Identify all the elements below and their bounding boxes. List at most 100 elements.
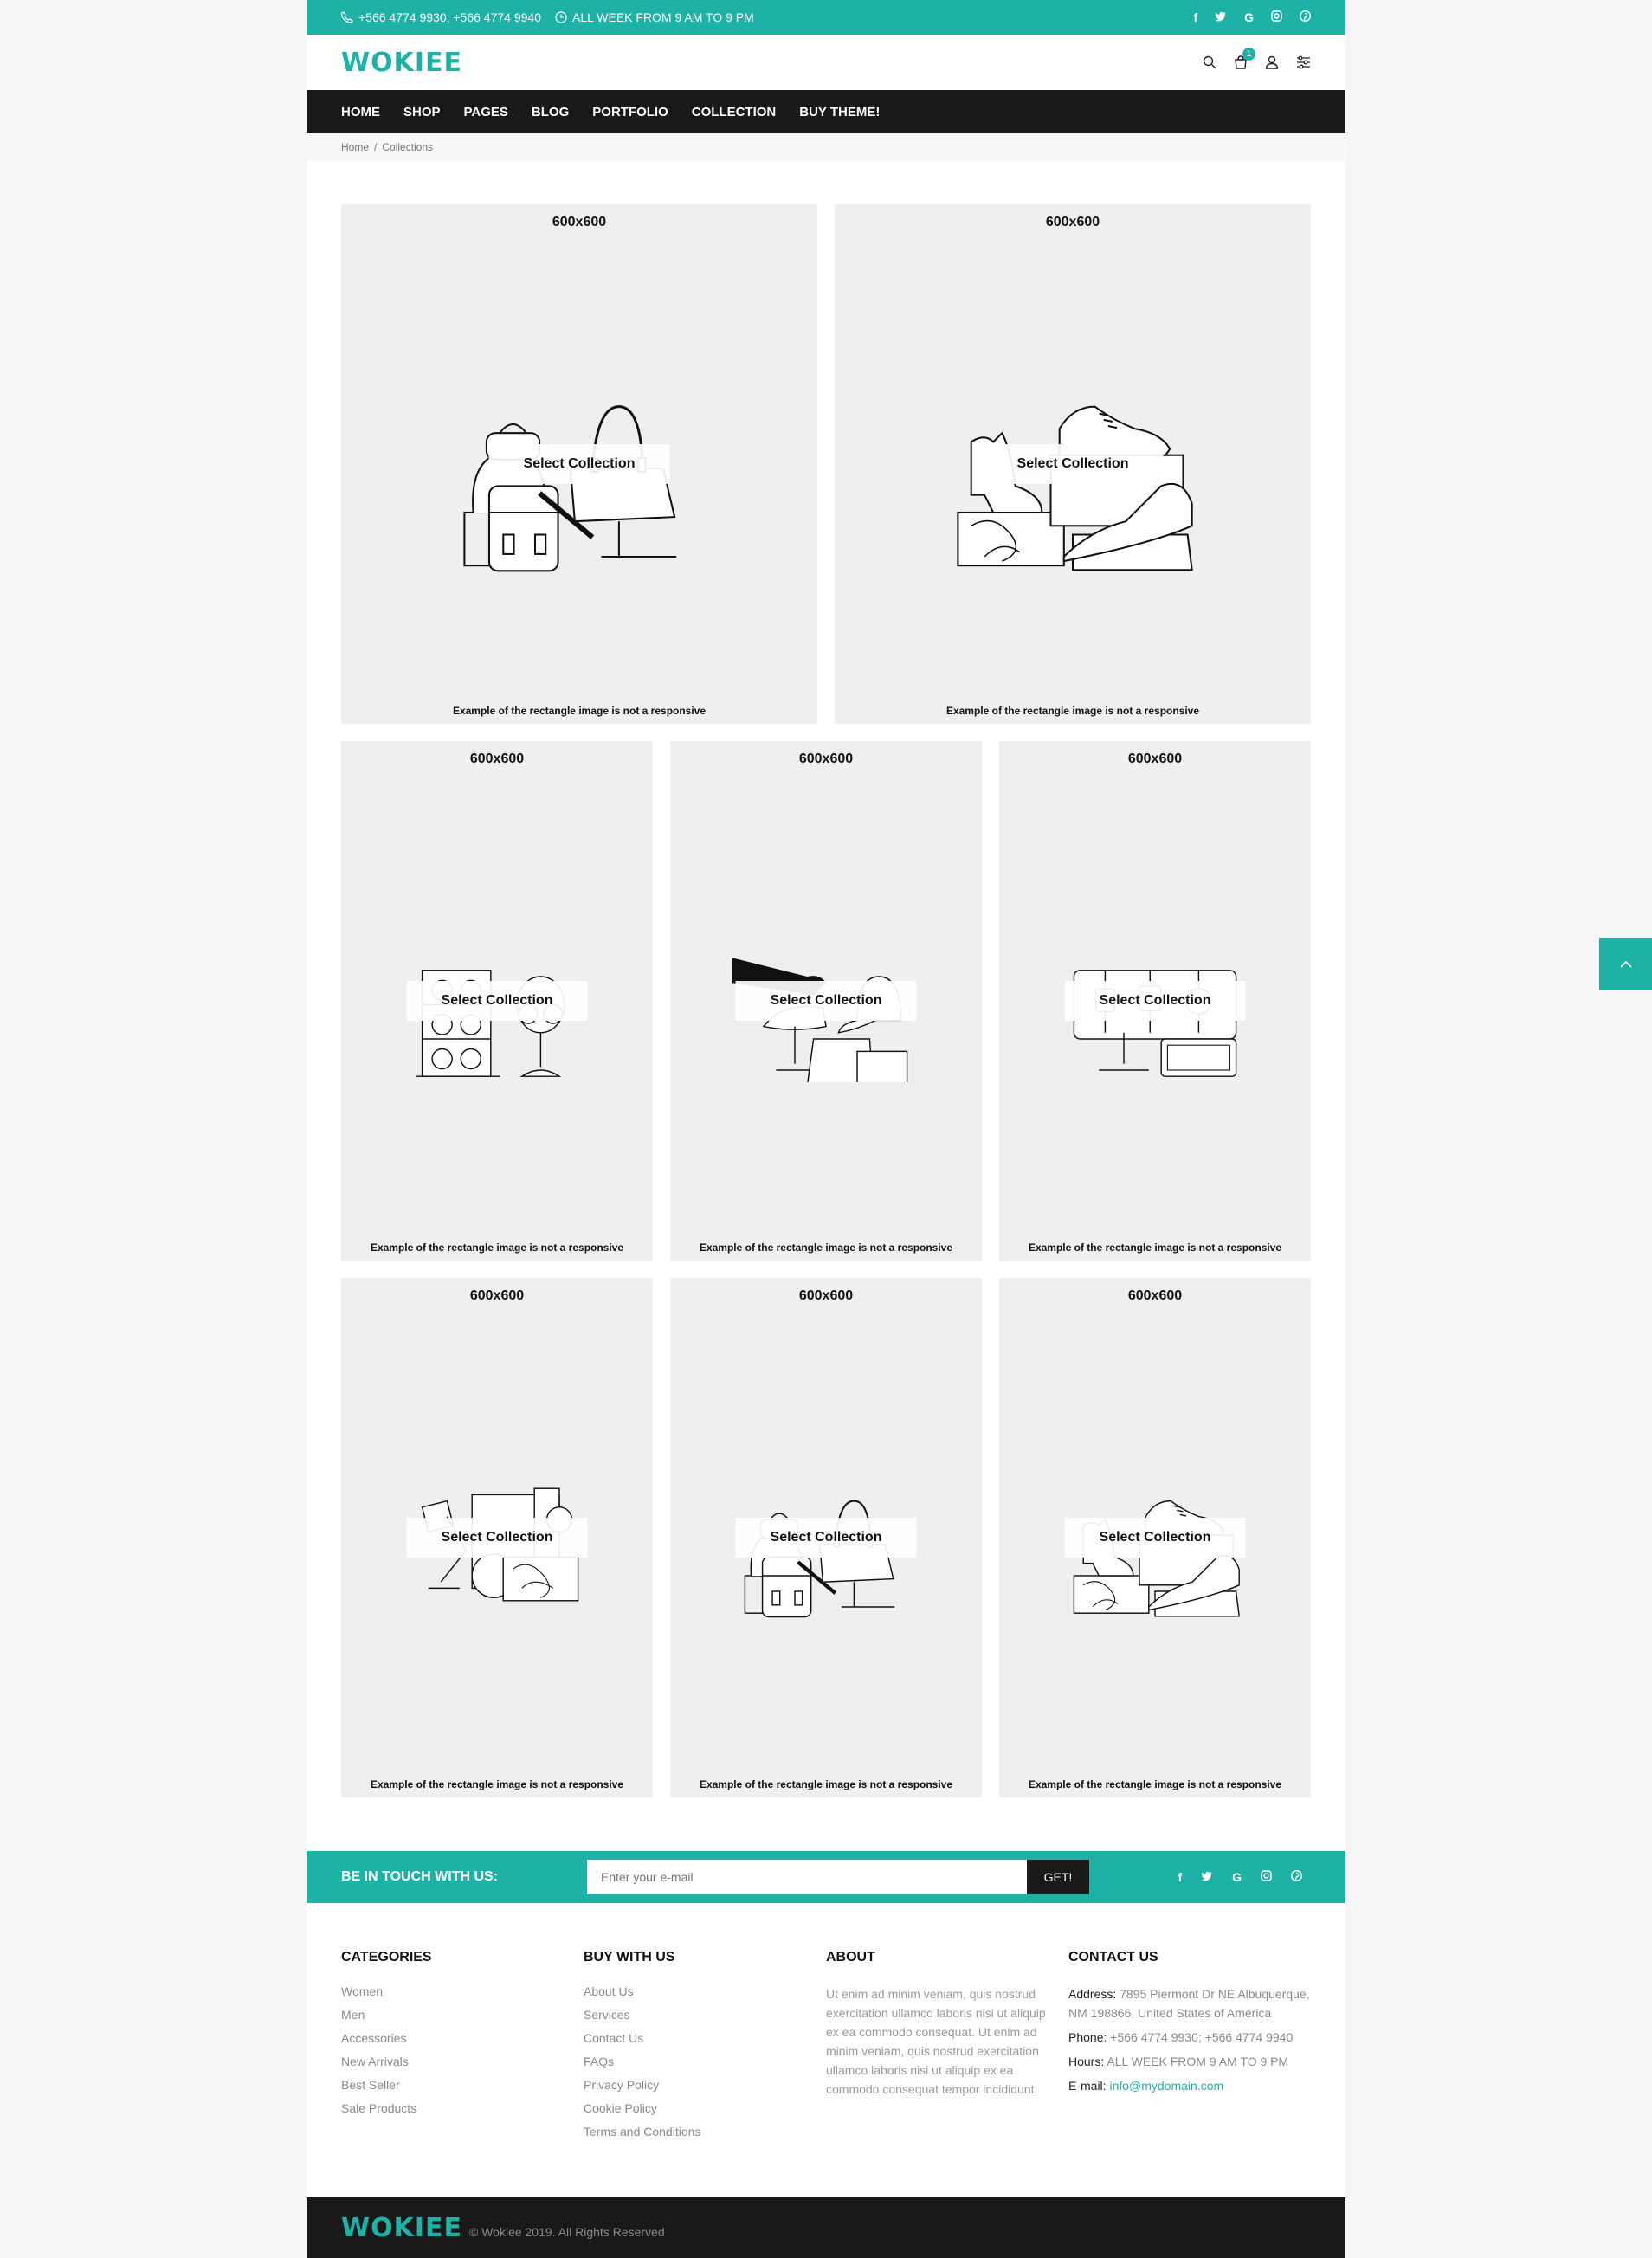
facebook-icon[interactable]: f	[1178, 1870, 1182, 1884]
topbar-hours-text: ALL WEEK FROM 9 AM TO 9 PM	[571, 10, 754, 24]
top-bar: +566 4774 9930; +566 4774 9940 ALL WEEK …	[307, 0, 1345, 35]
collection-card[interactable]: 600x600 Select Collection Example of the r…	[999, 1278, 1311, 1797]
collection-card[interactable]: 600x600 Select Collection Example of the r…	[670, 1278, 982, 1797]
copyright-text: © Wokiee 2019. All Rights Reserved	[469, 2225, 665, 2239]
footer-contact: CONTACT US Address: 7895 Piermont Dr NE …	[1068, 1950, 1311, 2148]
newsletter-label: BE IN TOUCH WITH US:	[341, 1869, 499, 1884]
select-collection-button[interactable]: Select Collection	[1064, 1518, 1246, 1558]
collection-caption: Example of the rectangle image is not a …	[452, 705, 707, 717]
contact-address-label: Address:	[1068, 1987, 1117, 2001]
topbar-social: f G	[1176, 10, 1312, 24]
nav-buy-theme[interactable]: BUY THEME!	[799, 105, 880, 119]
collection-card[interactable]: 600x600 Select Collection Example of the r…	[670, 741, 982, 1261]
nav-portfolio[interactable]: PORTFOLIO	[592, 105, 668, 119]
collection-caption: Example of the rectangle image is not a …	[1028, 1242, 1282, 1254]
nav-pages[interactable]: PAGES	[464, 105, 508, 119]
google-icon[interactable]: G	[1244, 10, 1254, 24]
newsletter-submit-button[interactable]: GET!	[1027, 1860, 1089, 1894]
footer-link[interactable]: Terms and Conditions	[584, 2125, 826, 2139]
chevron-up-icon	[1619, 960, 1632, 968]
footer-contact-title: CONTACT US	[1068, 1950, 1158, 1964]
site-header: WOKIEE 1	[307, 35, 1345, 90]
collection-caption: Example of the rectangle image is not a …	[699, 1778, 953, 1790]
pinterest-icon[interactable]	[1290, 1869, 1303, 1884]
collection-image-size-label: 600x600	[469, 752, 525, 766]
main-nav: HOME SHOP PAGES BLOG PORTFOLIO COLLECTIO…	[307, 90, 1345, 133]
cart-count-badge: 1	[1242, 48, 1255, 61]
breadcrumb: Home / Collections	[307, 133, 1345, 161]
collection-card[interactable]: 600x600 Select Collection Example of the r…	[341, 1278, 653, 1797]
topbar-phone-text: +566 4774 9930; +566 4774 9940	[358, 10, 541, 24]
footer-about: ABOUT Ut enim ad minim veniam, quis nost…	[826, 1950, 1068, 2148]
footer-link[interactable]: Privacy Policy	[584, 2078, 826, 2092]
footer-categories-title: CATEGORIES	[341, 1950, 432, 1964]
user-icon[interactable]	[1265, 55, 1279, 69]
contact-phone-value: +566 4774 9930; +566 4774 9940	[1110, 2030, 1294, 2044]
footer-buy-with-us: BUY WITH US About Us Services Contact Us…	[584, 1950, 826, 2148]
contact-phone: Phone: +566 4774 9930; +566 4774 9940	[1068, 2028, 1311, 2047]
twitter-icon[interactable]	[1215, 10, 1227, 24]
collection-image-size-label: 600x600	[1045, 215, 1100, 229]
nav-home[interactable]: HOME	[341, 105, 380, 119]
footer-logo[interactable]: WOKIEE	[341, 2213, 462, 2243]
collection-image-size-label: 600x600	[1127, 752, 1183, 766]
nav-blog[interactable]: BLOG	[532, 105, 569, 119]
select-collection-button[interactable]: Select Collection	[406, 981, 588, 1021]
nav-collection[interactable]: COLLECTION	[692, 105, 777, 119]
select-collection-button[interactable]: Select Collection	[406, 1518, 588, 1558]
footer-link[interactable]: Sale Products	[341, 2101, 584, 2115]
page: +566 4774 9930; +566 4774 9940 ALL WEEK …	[307, 0, 1345, 2258]
contact-hours-value: ALL WEEK FROM 9 AM TO 9 PM	[1107, 2055, 1289, 2068]
google-icon[interactable]: G	[1232, 1870, 1242, 1884]
instagram-icon[interactable]	[1271, 10, 1282, 24]
twitter-icon[interactable]	[1201, 1870, 1213, 1884]
collection-image-size-label: 600x600	[469, 1288, 525, 1303]
topbar-hours: ALL WEEK FROM 9 AM TO 9 PM	[555, 10, 754, 24]
footer-link[interactable]: Contact Us	[584, 2031, 826, 2045]
select-collection-button[interactable]: Select Collection	[735, 1518, 917, 1558]
footer-link[interactable]: Women	[341, 1984, 584, 1998]
collection-card[interactable]: 600x600 Select Collection Example of the r…	[341, 741, 653, 1261]
footer-link[interactable]: Best Seller	[341, 2078, 584, 2092]
breadcrumb-home[interactable]: Home	[341, 141, 369, 153]
footer-link[interactable]: Accessories	[341, 2031, 584, 2045]
contact-address: Address: 7895 Piermont Dr NE Albuquerque…	[1068, 1984, 1311, 2023]
select-collection-button[interactable]: Select Collection	[735, 981, 917, 1021]
select-collection-button[interactable]: Select Collection	[982, 444, 1164, 484]
collection-caption: Example of the rectangle image is not a …	[370, 1778, 624, 1790]
facebook-icon[interactable]: f	[1193, 10, 1197, 24]
footer-link[interactable]: New Arrivals	[341, 2055, 584, 2068]
footer-link[interactable]: FAQs	[584, 2055, 826, 2068]
phone-icon	[341, 11, 353, 23]
footer-about-text: Ut enim ad minim veniam, quis nostrud ex…	[826, 1987, 1046, 2096]
topbar-phone: +566 4774 9930; +566 4774 9940	[341, 10, 541, 24]
footer-link[interactable]: Men	[341, 2008, 584, 2022]
collection-card[interactable]: 600x600 Select Collection Example of the r…	[341, 204, 817, 724]
nav-shop[interactable]: SHOP	[403, 105, 441, 119]
collection-card[interactable]: 600x600 Select Collection Example of the r…	[999, 741, 1311, 1261]
settings-sliders-icon[interactable]	[1296, 55, 1311, 69]
select-collection-button[interactable]: Select Collection	[1064, 981, 1246, 1021]
contact-hours-label: Hours:	[1068, 2055, 1105, 2068]
collection-image-size-label: 600x600	[552, 215, 607, 229]
clock-icon	[555, 11, 567, 23]
select-collection-button[interactable]: Select Collection	[488, 444, 670, 484]
instagram-icon[interactable]	[1261, 1870, 1272, 1884]
contact-email-link[interactable]: info@mydomain.com	[1109, 2079, 1223, 2093]
breadcrumb-current: Collections	[382, 141, 434, 153]
footer-link[interactable]: Services	[584, 2008, 826, 2022]
collection-card[interactable]: 600x600 Select Collection Example of the r…	[835, 204, 1311, 724]
scroll-to-top-button[interactable]	[1599, 938, 1652, 990]
logo[interactable]: WOKIEE	[341, 48, 462, 78]
contact-email-label: E-mail:	[1068, 2079, 1107, 2093]
cart-icon[interactable]: 1	[1234, 48, 1255, 69]
pinterest-icon[interactable]	[1299, 10, 1312, 24]
contact-email: E-mail: info@mydomain.com	[1068, 2076, 1311, 2095]
newsletter-bar: BE IN TOUCH WITH US: GET! f G	[307, 1851, 1345, 1903]
collection-caption: Example of the rectangle image is not a …	[1028, 1778, 1282, 1790]
footer-link[interactable]: About Us	[584, 1984, 826, 1998]
footer-link[interactable]: Cookie Policy	[584, 2101, 826, 2115]
search-icon[interactable]	[1203, 55, 1216, 69]
newsletter-email-input[interactable]	[587, 1860, 1027, 1894]
footer-about-title: ABOUT	[826, 1950, 875, 1964]
